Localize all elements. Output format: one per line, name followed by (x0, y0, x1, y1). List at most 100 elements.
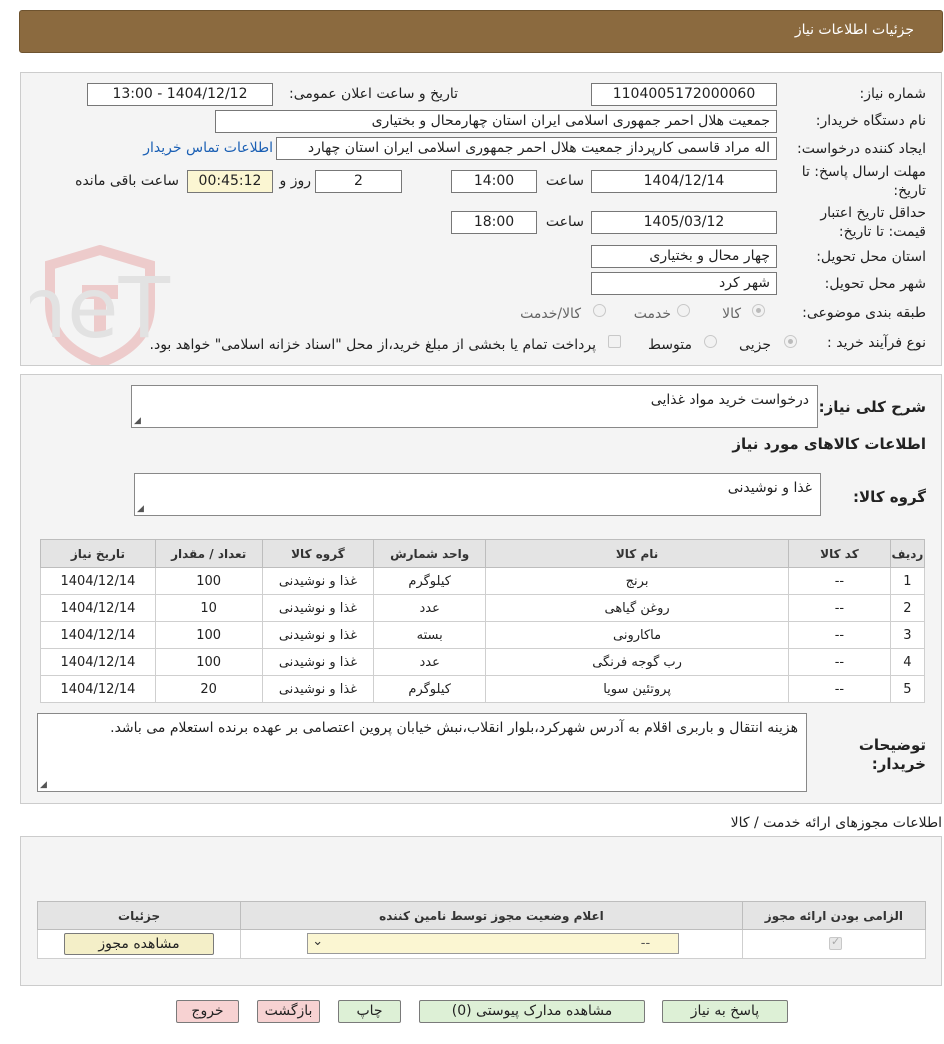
exit-button[interactable]: خروج (176, 1000, 239, 1023)
validity-label: حداقل تاریخ اعتبار (820, 205, 926, 221)
category-goods-service-radio[interactable] (593, 304, 606, 317)
view-permit-button[interactable]: مشاهده مجوز (64, 933, 214, 955)
buyer-notes-text: هزینه انتقال و باربری اقلام به آدرس شهرک… (110, 720, 798, 736)
process-minor-label: جزیی (739, 337, 771, 353)
resize-grip-icon: ◢ (137, 504, 144, 514)
cell-quantity: 100 (154, 567, 263, 595)
reply-to-need-button[interactable]: پاسخ به نیاز (662, 1000, 788, 1023)
cell-row-number: 5 (889, 675, 926, 703)
category-service-radio[interactable] (677, 304, 690, 317)
cell-row-number: 1 (889, 567, 926, 595)
cell-goods-group: غذا و نوشیدنی (261, 648, 375, 676)
permit-status-select[interactable]: -- ⌄ (307, 933, 680, 954)
cell-quantity: 10 (154, 594, 263, 622)
print-button[interactable]: چاپ (338, 1000, 401, 1023)
permits-table-header: الزامی بودن ارائه مجوز اعلام وضعیت مجوز … (36, 901, 927, 930)
deadline-label-2: تاریخ: (893, 183, 926, 199)
col-goods-name: نام کالا (485, 539, 790, 568)
cell-goods-name: روغن گیاهی (485, 594, 790, 622)
cell-need-date: 1404/12/14 (40, 621, 156, 649)
checkmark-icon: ✓ (831, 935, 841, 948)
cell-row-number: 4 (889, 648, 926, 676)
goods-group-field: غذا و نوشیدنی ◢ (134, 473, 821, 516)
buyer-org-label: نام دستگاه خریدار: (815, 113, 926, 129)
cell-need-date: 1404/12/14 (40, 594, 156, 622)
cell-need-date: 1404/12/14 (40, 567, 156, 595)
process-medium-label: متوسط (648, 337, 692, 353)
city-field: شهر کرد (591, 272, 777, 295)
goods-table-header: ردیف کد کالا نام کالا واحد شمارش گروه کا… (40, 539, 926, 568)
back-button[interactable]: بازگشت (257, 1000, 320, 1023)
cell-unit: عدد (373, 594, 487, 622)
category-goods-label: کالا (722, 306, 741, 322)
goods-table: ردیف کد کالا نام کالا واحد شمارش گروه کا… (40, 539, 926, 703)
deadline-time-label: ساعت (545, 173, 584, 189)
col-unit: واحد شمارش (373, 539, 487, 568)
table-row: 5 -- پروتئین سویا کیلوگرم غذا و نوشیدنی … (40, 675, 926, 703)
need-number-label: شماره نیاز: (859, 86, 927, 102)
col-need-date: تاریخ نیاز (40, 539, 156, 568)
process-medium-radio[interactable] (704, 335, 717, 348)
goods-info-title: اطلاعات کالاهای مورد نیاز (732, 435, 926, 453)
cell-quantity: 20 (154, 675, 263, 703)
announce-field: 1404/12/12 - 13:00 (87, 83, 273, 106)
col-quantity: تعداد / مقدار (154, 539, 263, 568)
process-label: نوع فرآیند خرید : (827, 335, 926, 351)
cell-row-number: 2 (889, 594, 926, 622)
cell-permit-status: -- ⌄ (240, 929, 743, 959)
general-desc-label: شرح کلی نیاز: (818, 398, 926, 416)
deadline-date-field: 1404/12/14 (591, 170, 777, 193)
table-row: 3 -- ماکارونی بسته غذا و نوشیدنی 100 140… (40, 621, 926, 649)
col-goods-group: گروه کالا (261, 539, 375, 568)
requester-field: اله مراد قاسمی کارپرداز جمعیت هلال احمر … (276, 137, 777, 160)
validity-date-field: 1405/03/12 (591, 211, 777, 234)
category-service-label: خدمت (633, 306, 671, 322)
treasury-payment-note: پرداخت تمام یا بخشی از مبلغ خرید،از محل … (149, 337, 596, 353)
cell-goods-code: -- (788, 594, 891, 622)
view-attachments-button[interactable]: مشاهده مدارک پیوستی (0) (419, 1000, 645, 1023)
cell-unit: کیلوگرم (373, 567, 487, 595)
remaining-time-field: 00:45:12 (187, 170, 273, 193)
process-minor-radio[interactable] (784, 335, 797, 348)
cell-unit: بسته (373, 621, 487, 649)
cell-goods-group: غذا و نوشیدنی (261, 567, 375, 595)
cell-unit: کیلوگرم (373, 675, 487, 703)
cell-goods-code: -- (788, 567, 891, 595)
validity-label-2: قیمت: تا تاریخ: (838, 224, 926, 240)
general-desc-text: درخواست خرید مواد غذایی (650, 392, 809, 408)
cell-permit-details: مشاهده مجوز (36, 929, 242, 959)
cell-goods-code: -- (788, 648, 891, 676)
resize-grip-icon: ◢ (40, 780, 47, 790)
category-goods-radio[interactable] (752, 304, 765, 317)
deadline-label: مهلت ارسال پاسخ: تا (801, 164, 926, 180)
cell-quantity: 100 (154, 648, 263, 676)
table-row: 4 -- رب گوجه فرنگی عدد غذا و نوشیدنی 100… (40, 648, 926, 676)
buyer-contact-link[interactable]: اطلاعات تماس خریدار (143, 140, 273, 156)
goods-group-label: گروه کالا: (853, 488, 926, 506)
deadline-time-field: 14:00 (451, 170, 537, 193)
permit-status-value: -- (640, 936, 651, 951)
cell-goods-name: پروتئین سویا (485, 675, 790, 703)
cell-need-date: 1404/12/14 (40, 675, 156, 703)
general-desc-field: درخواست خرید مواد غذایی ◢ (131, 385, 818, 428)
permits-title: اطلاعات مجوزهای ارائه خدمت / کالا (730, 815, 942, 831)
page-title: جزئیات اطلاعات نیاز (794, 22, 914, 38)
cell-goods-group: غذا و نوشیدنی (261, 594, 375, 622)
validity-time-label: ساعت (545, 214, 584, 230)
cell-goods-name: رب گوجه فرنگی (485, 648, 790, 676)
cell-goods-name: برنج (485, 567, 790, 595)
buyer-notes-label-2: خریدار: (871, 755, 926, 773)
page-header: جزئیات اطلاعات نیاز (19, 10, 943, 53)
buyer-notes-label: توضیحات (858, 736, 926, 754)
chevron-down-icon: ⌄ (312, 934, 324, 949)
table-row: 1 -- برنج کیلوگرم غذا و نوشیدنی 100 1404… (40, 567, 926, 595)
table-row: ✓ -- ⌄ مشاهده مجوز (36, 929, 927, 959)
city-label: شهر محل تحویل: (824, 276, 926, 292)
cell-goods-group: غذا و نوشیدنی (261, 675, 375, 703)
days-label: روز و (279, 173, 312, 189)
cell-goods-name: ماکارونی (485, 621, 790, 649)
permit-required-checkbox: ✓ (829, 935, 842, 950)
treasury-payment-checkbox[interactable] (608, 335, 621, 348)
cell-row-number: 3 (889, 621, 926, 649)
category-goods-service-label: کالا/خدمت (520, 306, 581, 322)
